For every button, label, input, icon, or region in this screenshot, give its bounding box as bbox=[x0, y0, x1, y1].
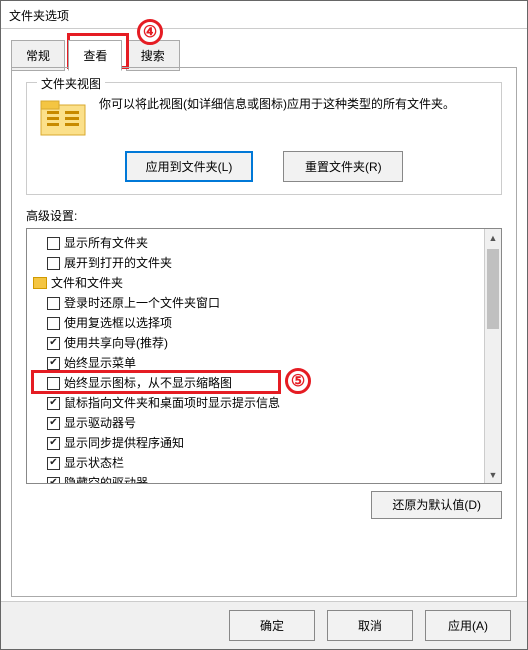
tree-item-label: 使用共享向导(推荐) bbox=[64, 333, 168, 353]
apply-to-folders-button[interactable]: 应用到文件夹(L) bbox=[125, 151, 254, 182]
tree-item-label: 登录时还原上一个文件夹窗口 bbox=[64, 293, 220, 313]
folder-view-icon bbox=[39, 95, 87, 139]
scroll-up-icon[interactable]: ▲ bbox=[485, 229, 501, 246]
checkbox[interactable] bbox=[47, 317, 60, 330]
tree-checkbox-row[interactable]: 始终显示图标，从不显示缩略图 bbox=[33, 373, 484, 393]
tree-category: 文件和文件夹 bbox=[33, 273, 484, 293]
checkbox[interactable] bbox=[47, 437, 60, 450]
checkbox[interactable] bbox=[47, 397, 60, 410]
ok-button[interactable]: 确定 bbox=[229, 610, 315, 641]
scroll-thumb[interactable] bbox=[487, 249, 499, 329]
checkbox[interactable] bbox=[47, 297, 60, 310]
tab-view[interactable]: 查看 bbox=[68, 40, 122, 71]
tree-checkbox-row[interactable]: 隐藏空的驱动器 bbox=[33, 473, 484, 483]
folder-view-group-title: 文件夹视图 bbox=[37, 75, 105, 92]
tree-item-label: 显示状态栏 bbox=[64, 453, 124, 473]
window-title: 文件夹选项 bbox=[1, 1, 527, 29]
apply-button[interactable]: 应用(A) bbox=[425, 610, 511, 641]
tree-item-label: 鼠标指向文件夹和桌面项时显示提示信息 bbox=[64, 393, 280, 413]
tree-item-label: 始终显示图标，从不显示缩略图 bbox=[64, 373, 232, 393]
advanced-settings-list[interactable]: 显示所有文件夹展开到打开的文件夹文件和文件夹登录时还原上一个文件夹窗口使用复选框… bbox=[27, 229, 484, 483]
tree-checkbox-row[interactable]: 显示所有文件夹 bbox=[33, 233, 484, 253]
tree-item-label: 文件和文件夹 bbox=[51, 273, 123, 293]
folder-options-window: 文件夹选项 常规 查看 搜索 ④ 文件夹视图 bbox=[0, 0, 528, 650]
restore-defaults-button[interactable]: 还原为默认值(D) bbox=[371, 491, 502, 519]
checkbox[interactable] bbox=[47, 337, 60, 350]
folder-view-group: 文件夹视图 你可以将此视图 bbox=[26, 82, 502, 195]
tree-checkbox-row[interactable]: 显示同步提供程序通知 bbox=[33, 433, 484, 453]
tree-checkbox-row[interactable]: 展开到打开的文件夹 bbox=[33, 253, 484, 273]
advanced-settings-label: 高级设置: bbox=[26, 207, 502, 224]
checkbox[interactable] bbox=[47, 477, 60, 484]
tree-item-label: 使用复选框以选择项 bbox=[64, 313, 172, 333]
folder-view-desc: 你可以将此视图(如详细信息或图标)应用于这种类型的所有文件夹。 bbox=[99, 95, 489, 113]
tree-scrollbar[interactable]: ▲ ▼ bbox=[484, 229, 501, 483]
tree-item-label: 显示所有文件夹 bbox=[64, 233, 148, 253]
tab-panel-view: 文件夹视图 你可以将此视图 bbox=[11, 67, 517, 597]
tree-checkbox-row[interactable]: 使用共享向导(推荐) bbox=[33, 333, 484, 353]
tab-strip: 常规 查看 搜索 ④ bbox=[11, 39, 517, 67]
tree-item-label: 显示驱动器号 bbox=[64, 413, 136, 433]
advanced-settings-tree: 显示所有文件夹展开到打开的文件夹文件和文件夹登录时还原上一个文件夹窗口使用复选框… bbox=[26, 228, 502, 484]
cancel-button[interactable]: 取消 bbox=[327, 610, 413, 641]
checkbox[interactable] bbox=[47, 457, 60, 470]
tree-checkbox-row[interactable]: 登录时还原上一个文件夹窗口 bbox=[33, 293, 484, 313]
tree-checkbox-row[interactable]: 显示状态栏 bbox=[33, 453, 484, 473]
tree-checkbox-row[interactable]: 鼠标指向文件夹和桌面项时显示提示信息 bbox=[33, 393, 484, 413]
checkbox[interactable] bbox=[47, 357, 60, 370]
checkbox[interactable] bbox=[47, 417, 60, 430]
tree-item-label: 显示同步提供程序通知 bbox=[64, 433, 184, 453]
tree-checkbox-row[interactable]: 始终显示菜单 bbox=[33, 353, 484, 373]
window-content: 常规 查看 搜索 ④ 文件夹视图 bbox=[1, 29, 527, 597]
tree-item-label: 展开到打开的文件夹 bbox=[64, 253, 172, 273]
checkbox[interactable] bbox=[47, 377, 60, 390]
tree-item-label: 始终显示菜单 bbox=[64, 353, 136, 373]
scroll-down-icon[interactable]: ▼ bbox=[485, 466, 501, 483]
tree-checkbox-row[interactable]: 显示驱动器号 bbox=[33, 413, 484, 433]
dialog-button-bar: 确定 取消 应用(A) bbox=[1, 601, 527, 649]
tree-item-label: 隐藏空的驱动器 bbox=[64, 473, 148, 483]
folder-icon bbox=[33, 277, 47, 289]
tree-checkbox-row[interactable]: 使用复选框以选择项 bbox=[33, 313, 484, 333]
checkbox[interactable] bbox=[47, 237, 60, 250]
checkbox[interactable] bbox=[47, 257, 60, 270]
reset-folders-button[interactable]: 重置文件夹(R) bbox=[283, 151, 403, 182]
